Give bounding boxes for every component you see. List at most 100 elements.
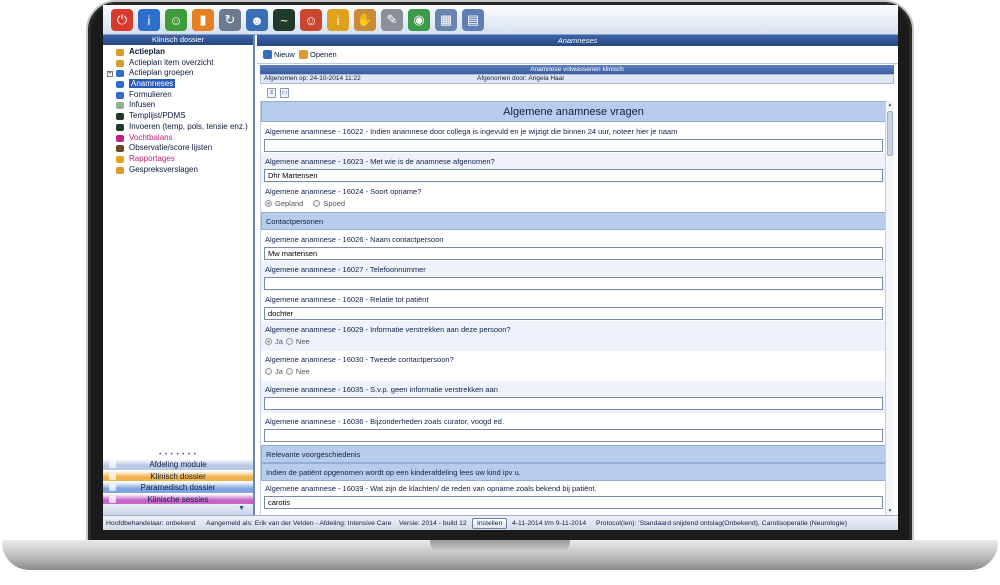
form-toolbar: ≡ ▭: [260, 85, 894, 100]
form-scrollbar[interactable]: ▲ ▼: [885, 101, 894, 515]
module-label: Afdeling module: [149, 460, 207, 469]
person-info-icon[interactable]: i: [327, 9, 349, 31]
tree-item-icon: [116, 81, 124, 89]
form-meta-bar: Afgenomen op: 24-10-2014 11:22 Afgenomen…: [260, 74, 894, 84]
question-16039-label: Algemene anamnese - 16039 - Wat zijn de …: [265, 484, 597, 493]
sidebar-item-observatie-score-lijsten[interactable]: Observatie/score lijsten: [103, 143, 253, 154]
scroll-thumb[interactable]: [887, 111, 893, 156]
question-16023-input[interactable]: Dhr Martensen: [264, 169, 883, 182]
power-icon[interactable]: ⏻: [111, 9, 133, 31]
info-icon[interactable]: i: [138, 9, 160, 31]
sidebar-item-label: Gespreksverslagen: [129, 164, 198, 174]
question-16027-label: Algemene anamnese - 16027 - Telefoonnumm…: [265, 265, 426, 274]
sidebar-item-actieplan-groepen[interactable]: + Actieplan groepen: [103, 68, 253, 79]
radio-gepland-label: Gepland: [275, 199, 304, 208]
sidebar-item-anamneses[interactable]: Anamneses: [103, 79, 253, 90]
scroll-up-icon[interactable]: ▲: [886, 101, 894, 109]
sidebar-tree: Actieplan Actieplan item overzicht + Actiep…: [103, 45, 253, 175]
new-button[interactable]: Nieuw: [263, 50, 295, 59]
book-icon[interactable]: ▮: [192, 9, 214, 31]
sidebar-item-rapportages[interactable]: Rapportages: [103, 154, 253, 165]
module-afdeling-module[interactable]: Afdeling module: [103, 458, 253, 470]
sidebar-item-label: Actieplan item overzicht: [129, 57, 214, 67]
contacts-section-header: Contactpersonen: [261, 212, 885, 230]
building-icon[interactable]: ▤: [462, 9, 484, 31]
child-note: Indien de patiënt opgenomen wordt op een…: [261, 463, 885, 481]
sidebar-item-label: Actieplan: [129, 47, 166, 56]
radio-nee[interactable]: [285, 368, 293, 375]
tree-item-icon: [116, 49, 124, 56]
users-icon[interactable]: ☻: [246, 9, 268, 31]
question-16039-input[interactable]: carotis: [264, 496, 883, 509]
sidebar-item-label: Vochtbalans: [129, 132, 173, 142]
module-klinische-sessies[interactable]: Klinische sessies: [103, 492, 253, 504]
refresh-icon[interactable]: ↻: [219, 9, 241, 31]
expand-icon[interactable]: +: [107, 71, 113, 78]
sidebar-item-invoeren-temp-pols-tensie-enz[interactable]: Invoeren (temp, pols, tensie enz.): [103, 122, 253, 133]
question-16023-label: Algemene anamnese - 16023 - Met wie is d…: [265, 157, 495, 166]
question-16024-label: Algemene anamnese - 16024 - Soort opname…: [265, 187, 422, 196]
module-klinisch-dossier[interactable]: Klinisch dossier: [103, 469, 253, 481]
status-practitioner: Hoofdbehandelaar: onbekend: [106, 520, 196, 527]
radio-ja[interactable]: [265, 368, 272, 375]
question-16028-input[interactable]: dochter: [264, 307, 883, 320]
module-icon: [109, 484, 116, 491]
question-16022-input[interactable]: [264, 139, 883, 152]
radio-ja-label: Ja: [275, 337, 283, 346]
taken-on-text: Afgenomen op: 24-10-2014 11:22: [264, 75, 361, 82]
module-paramedisch-dossier[interactable]: Paramedisch dossier: [103, 481, 253, 493]
sidebar-item-formulieren[interactable]: Formulieren: [103, 90, 253, 101]
tree-item-icon: [116, 155, 124, 163]
expand-down-icon[interactable]: ▼: [238, 505, 245, 512]
question-16030-options: Ja Nee: [265, 367, 310, 376]
person-plus-icon[interactable]: ☺: [165, 9, 187, 31]
print-icon[interactable]: ▭: [280, 88, 289, 98]
radio-nee[interactable]: [285, 338, 293, 345]
tree-item-icon: [116, 59, 124, 67]
question-16029-options: Ja Nee: [265, 337, 310, 346]
question-16035-input[interactable]: [264, 397, 883, 410]
new-label: Nieuw: [274, 50, 295, 59]
radio-spoed[interactable]: [313, 200, 321, 207]
sidebar-title: Klinisch dossier: [103, 35, 253, 45]
form-type-title: Anamnese volwassenen klinisch: [260, 65, 894, 74]
person-red-icon[interactable]: ☺: [300, 9, 322, 31]
sidebar-item-infusen[interactable]: Infusen: [103, 100, 253, 111]
tree-item-icon: [116, 113, 124, 121]
paperclip-icon[interactable]: ✎: [381, 9, 403, 31]
question-16026-input[interactable]: Mw martensen: [264, 247, 883, 260]
document-icon[interactable]: ≡: [267, 88, 276, 98]
sidebar-item-label: Observatie/score lijsten: [129, 143, 213, 153]
sidebar-item-gespreksverslagen[interactable]: Gespreksverslagen: [103, 165, 253, 176]
sidebar-item-label: Infusen: [129, 100, 156, 110]
question-16026-label: Algemene anamnese - 16026 - Naam contact…: [265, 235, 444, 244]
radio-gepland[interactable]: [265, 200, 272, 207]
open-button[interactable]: Openen: [299, 50, 337, 59]
panel-title: Anamneses: [257, 35, 898, 46]
question-16036-input[interactable]: [264, 429, 883, 442]
sidebar-splitter-grip[interactable]: • • • • • • •: [103, 452, 253, 458]
scroll-down-icon[interactable]: ▼: [886, 507, 894, 515]
tree-item-icon: [116, 102, 124, 110]
taken-by-text: Afgenomen door: Angela Haar: [477, 75, 565, 82]
action-bar: Nieuw Openen: [257, 46, 898, 64]
monitor-icon[interactable]: ~: [273, 9, 295, 31]
sidebar-item-actieplan-item-overzicht[interactable]: Actieplan item overzicht: [103, 58, 253, 69]
sidebar-item-label: Invoeren (temp, pols, tensie enz.): [129, 121, 248, 131]
settings-button[interactable]: Instellen: [472, 518, 508, 529]
sidebar-item-templijst-pdms[interactable]: Templijst/PDMS: [103, 111, 253, 122]
radio-ja-label: Ja: [275, 367, 283, 376]
module-icon: [109, 461, 116, 468]
question-16027-input[interactable]: [264, 277, 883, 290]
question-16024-options: Gepland Spoed: [265, 199, 345, 208]
sidebar-item-vochtbalans[interactable]: Vochtbalans: [103, 133, 253, 144]
laptop-notch: [430, 540, 570, 552]
network-icon[interactable]: ▦: [435, 9, 457, 31]
sidebar-item-actieplan[interactable]: Actieplan: [103, 47, 253, 58]
tree-item-icon: [116, 123, 124, 131]
question-16029-label: Algemene anamnese - 16029 - Informatie v…: [265, 325, 511, 334]
status-logged-in: Aangemeld als: Erik van der Velden - Afd…: [206, 520, 392, 527]
radio-ja[interactable]: [265, 338, 272, 345]
handshake-icon[interactable]: ✋: [354, 9, 376, 31]
globe-icon[interactable]: ◉: [408, 9, 430, 31]
